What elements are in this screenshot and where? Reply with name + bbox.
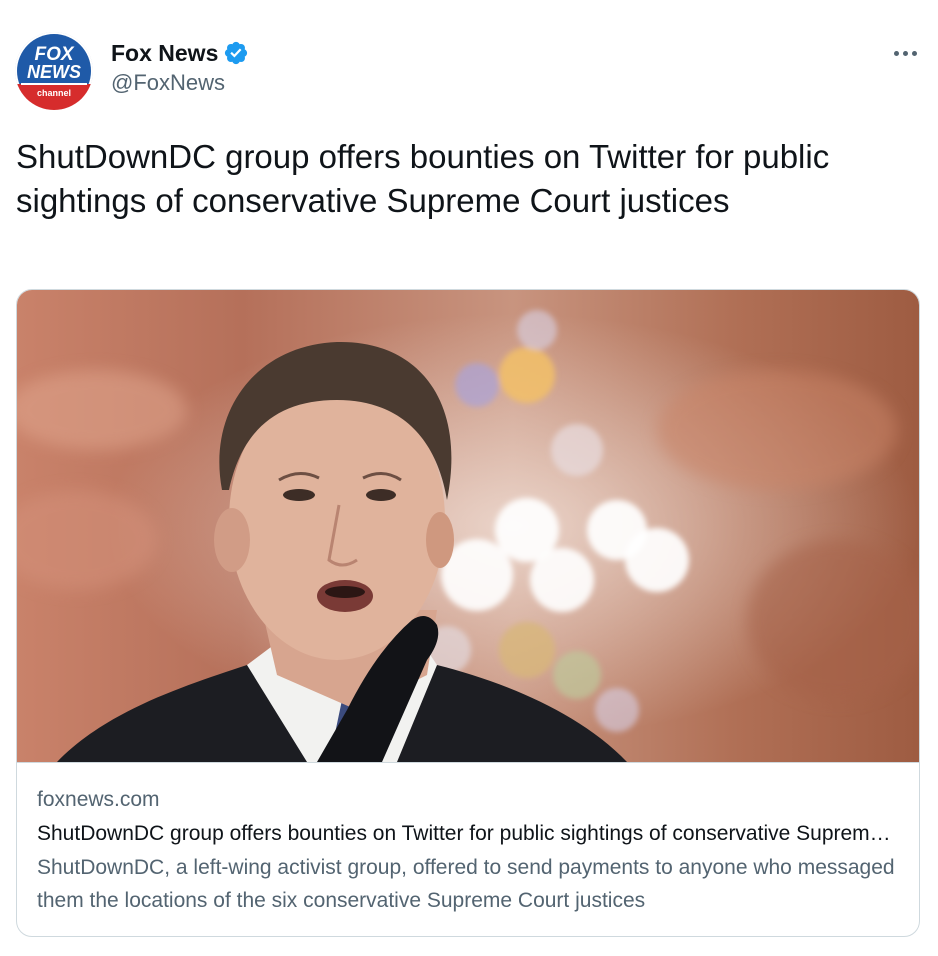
more-options-button[interactable] <box>888 40 922 66</box>
card-body[interactable]: foxnews.com ShutDownDC group offers boun… <box>37 786 899 917</box>
more-horizontal-icon <box>893 50 899 56</box>
tweet-text: ShutDownDC group offers bounties on Twit… <box>16 138 830 219</box>
card-title: ShutDownDC group offers bounties on Twit… <box>37 822 899 845</box>
author-info[interactable]: Fox News @FoxNews <box>111 38 249 96</box>
svg-text:NEWS: NEWS <box>27 62 81 82</box>
card-image[interactable] <box>17 290 919 763</box>
svg-text:channel: channel <box>37 88 71 98</box>
tweet[interactable]: FOX NEWS channel Fox News @FoxNews ShutD… <box>0 0 938 956</box>
card-domain: foxnews.com <box>37 788 160 811</box>
fox-news-logo-icon: FOX NEWS channel <box>15 32 93 110</box>
link-card[interactable]: foxnews.com ShutDownDC group offers boun… <box>16 289 920 937</box>
avatar[interactable]: FOX NEWS channel <box>15 32 93 110</box>
card-description: ShutDownDC, a left-wing activist group, … <box>37 856 895 912</box>
verified-badge-icon <box>223 40 249 66</box>
display-name[interactable]: Fox News <box>111 40 218 67</box>
handle[interactable]: @FoxNews <box>111 70 249 96</box>
